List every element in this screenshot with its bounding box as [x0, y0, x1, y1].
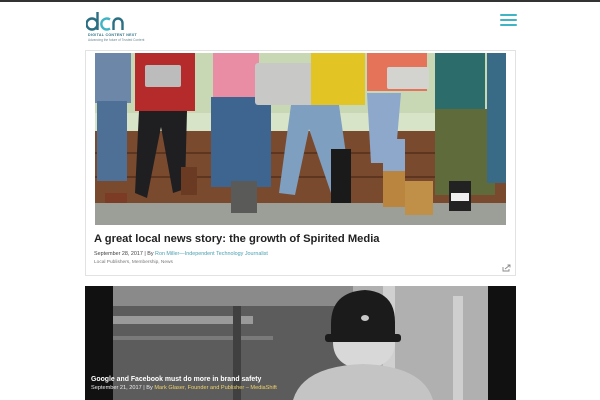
- hamburger-menu-icon[interactable]: [500, 14, 517, 26]
- dcn-logo-mark: [86, 12, 124, 31]
- featured-article-title[interactable]: Google and Facebook must do more in bran…: [91, 376, 261, 383]
- article-tags[interactable]: Local Publishers, Membership, News: [94, 260, 173, 265]
- featured-article-date: September 21, 2017: [91, 385, 142, 391]
- share-icon[interactable]: [502, 264, 511, 272]
- article-author-link[interactable]: Ron Miller—Independent Technology Journa…: [155, 251, 268, 257]
- article-image-students-with-devices[interactable]: [95, 53, 506, 225]
- site-header: DIGITAL CONTENT NEXT Advancing the futur…: [0, 2, 600, 50]
- featured-article-author-link[interactable]: Mark Glaser, Founder and Publisher – Med…: [154, 385, 277, 391]
- article-card[interactable]: A great local news story: the growth of …: [85, 50, 516, 276]
- dcn-logo[interactable]: DIGITAL CONTENT NEXT Advancing the futur…: [86, 10, 148, 44]
- featured-article-meta: September 21, 2017 | By Mark Glaser, Fou…: [91, 385, 277, 391]
- featured-byline-separator: | By: [141, 385, 155, 391]
- byline-separator: | By: [142, 251, 156, 257]
- logo-tagline: Advancing the future of Trusted Content: [88, 38, 145, 42]
- article-title[interactable]: A great local news story: the growth of …: [94, 233, 380, 245]
- article-date: September 28, 2017: [94, 251, 143, 257]
- article-meta: September 28, 2017 | By Ron Miller—Indep…: [94, 251, 268, 257]
- article-card-featured[interactable]: Google and Facebook must do more in bran…: [85, 286, 516, 400]
- logo-name: DIGITAL CONTENT NEXT: [88, 33, 137, 37]
